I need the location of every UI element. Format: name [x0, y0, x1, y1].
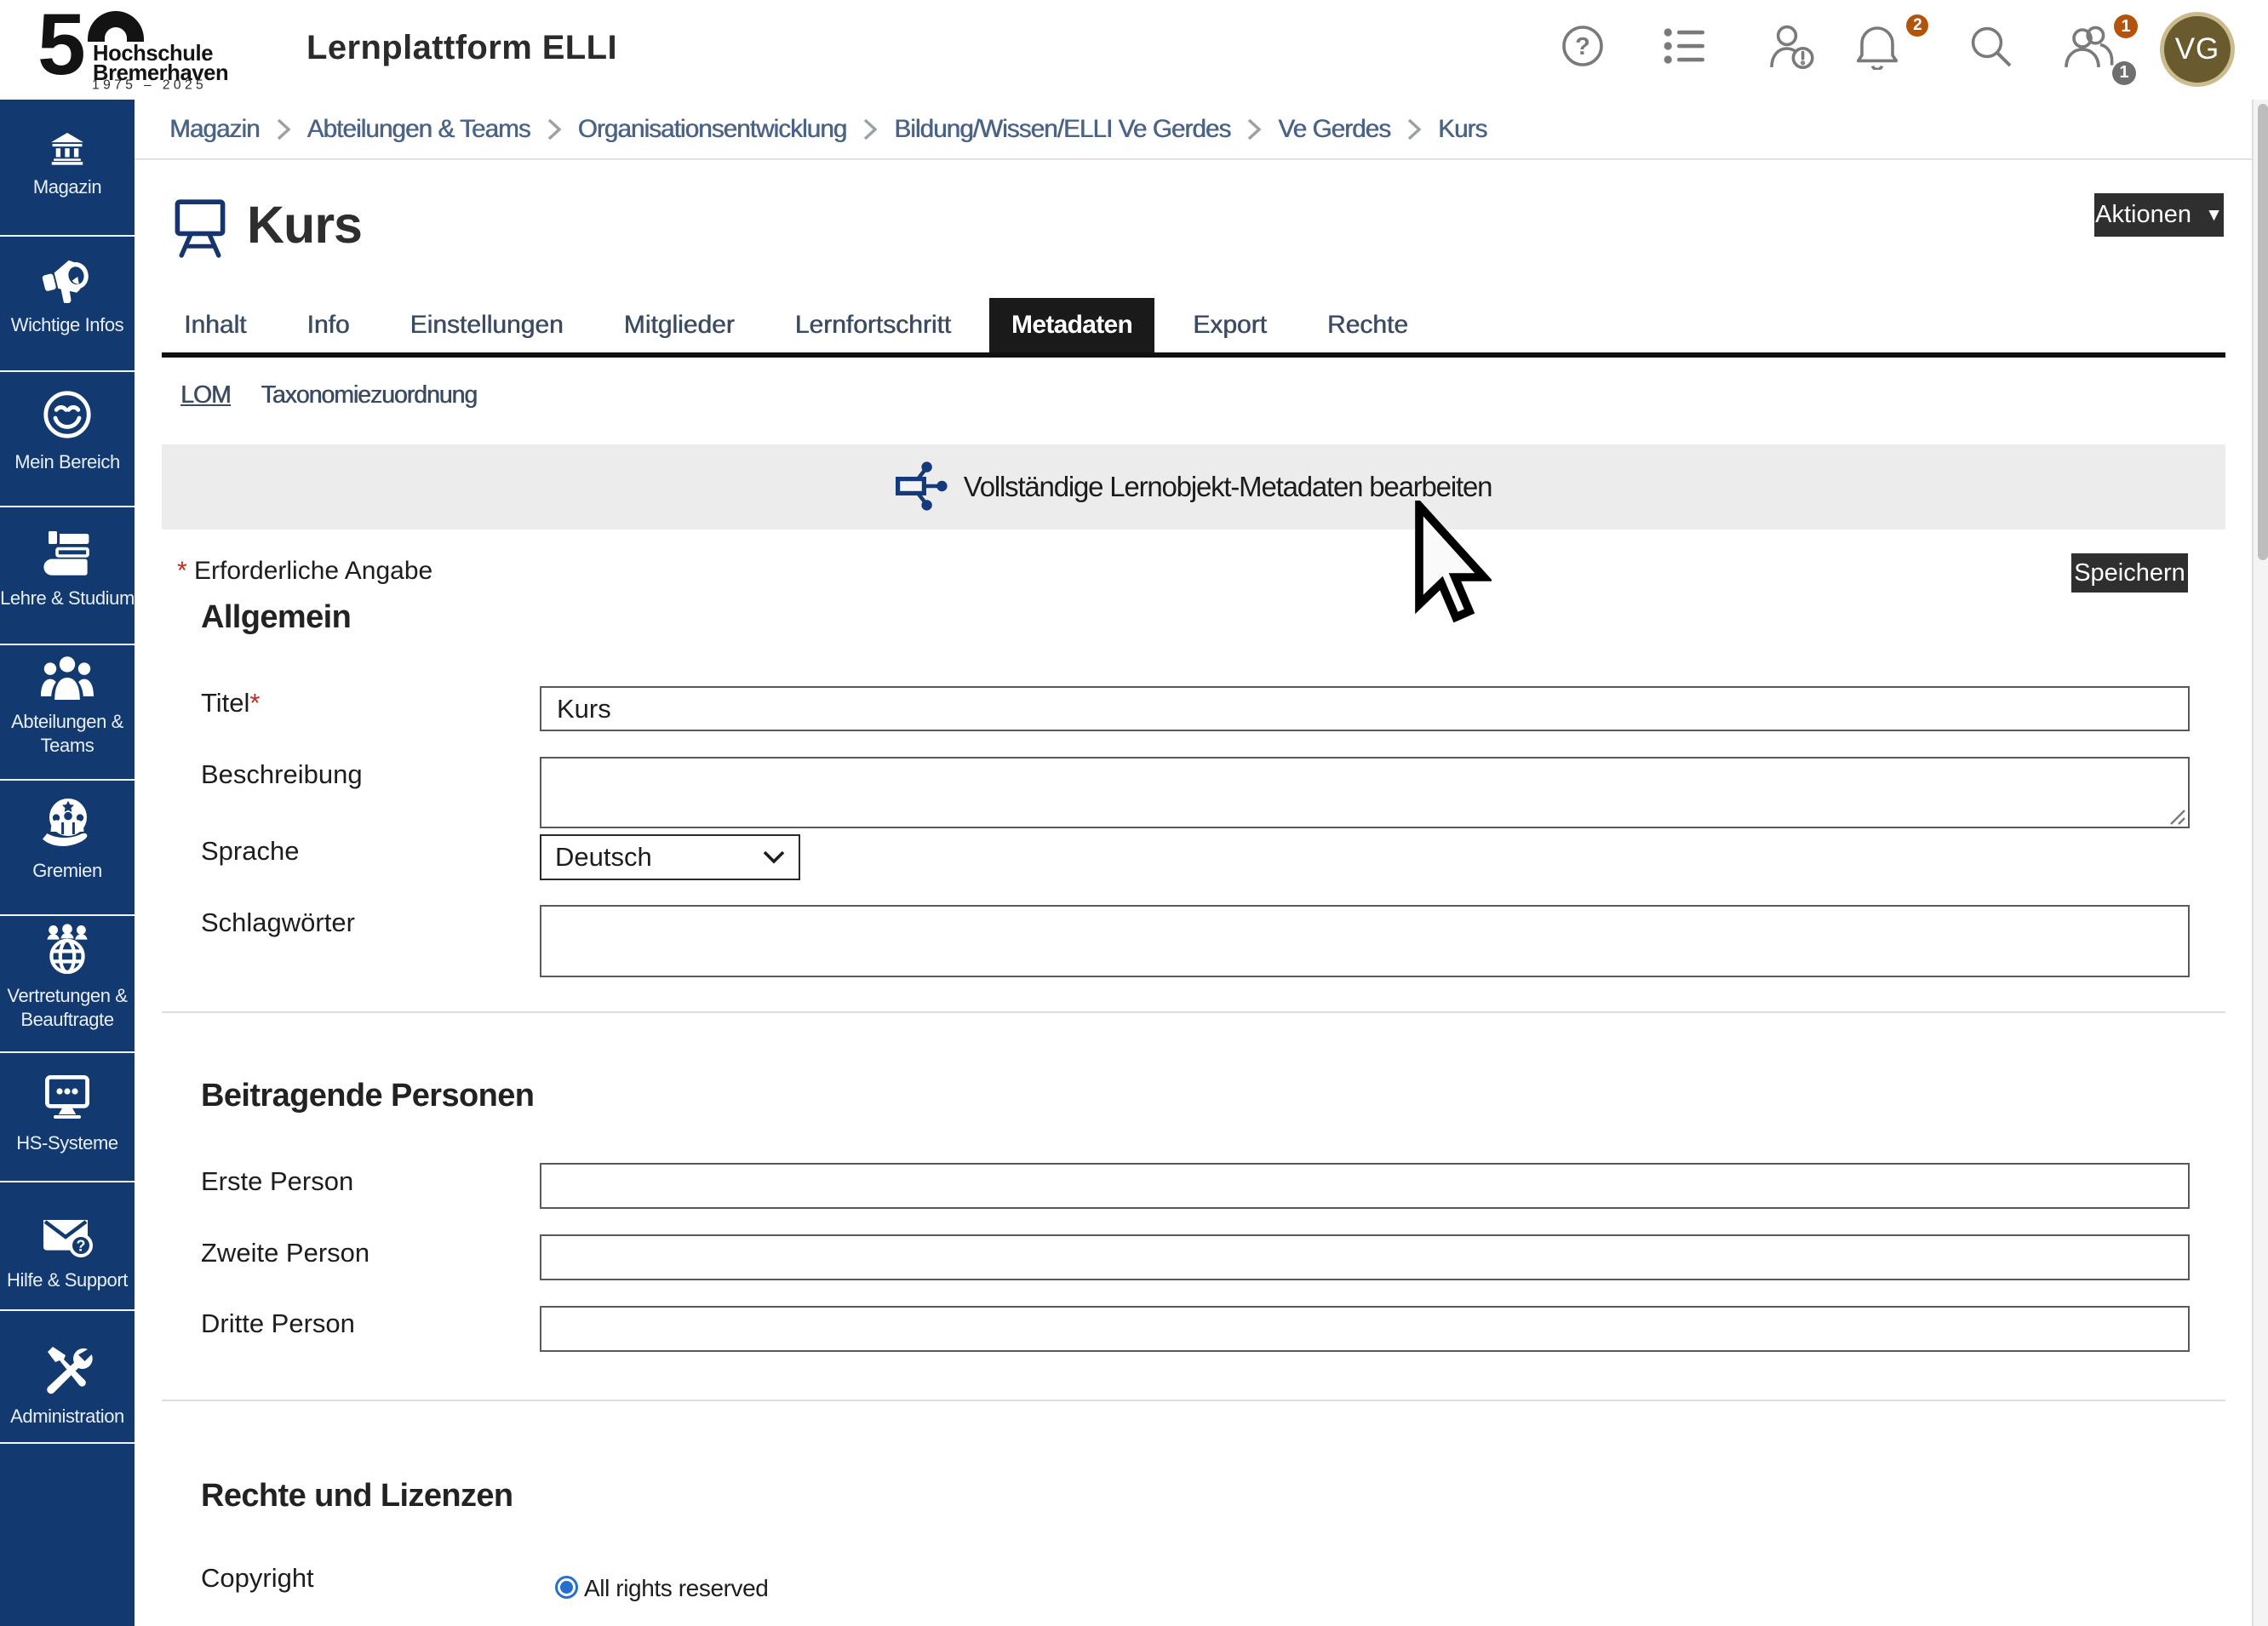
svg-text:1975 – 2025: 1975 – 2025	[92, 78, 207, 93]
svg-text:5: 5	[37, 7, 86, 93]
svg-text:?: ?	[77, 1237, 86, 1254]
svg-text:?: ?	[1575, 33, 1590, 60]
